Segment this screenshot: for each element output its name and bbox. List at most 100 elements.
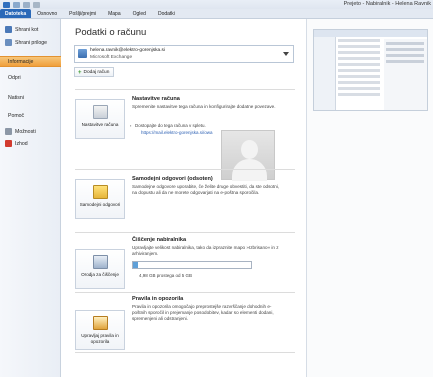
sidebar-item-label: Shrani priloge <box>15 39 48 46</box>
add-account-button[interactable]: + Dodaj račun <box>74 67 115 77</box>
section-heading: Pravila in opozorila <box>132 296 184 302</box>
sidebar-item-options[interactable]: Možnosti <box>0 128 61 135</box>
thumbnail-line <box>386 48 424 51</box>
thumbnail-line <box>338 63 380 66</box>
mailbox-cleanup-section: Orodja za čiščenje Čiščenje nabiralnika … <box>75 237 295 297</box>
tab-file[interactable]: Datoteka <box>0 9 32 18</box>
manage-rules-label: Upravljaj pravila in opozorila <box>81 333 119 344</box>
tab-addins[interactable]: Dodatki <box>152 9 181 18</box>
automatic-replies-label: Samodejni odgovori <box>79 202 121 207</box>
divider <box>75 89 295 90</box>
outlook-window-thumbnail <box>313 29 428 111</box>
section-description: Upravljajte velikost nabiralnika, tako d… <box>132 245 279 257</box>
sidebar-item-label: Informacije <box>8 58 34 65</box>
account-email: helena.ravnik@elektro-gorenjska.si <box>90 48 165 53</box>
mailbox-usage-fill <box>133 262 138 268</box>
thumbnail-line <box>386 60 424 63</box>
owa-link[interactable]: https://mail.elektro-gorenjska.si/owa <box>141 130 213 135</box>
avatar[interactable] <box>221 130 275 181</box>
avatar-head <box>241 140 258 159</box>
tab-folder[interactable]: Mapa <box>102 9 127 18</box>
sidebar-item-print[interactable]: Natisni <box>0 95 61 101</box>
ribbon-tabs: Datoteka Osnovno Pošlji/prejmi Mapa Ogle… <box>0 9 433 19</box>
divider <box>75 232 295 233</box>
sidebar-item-label: Natisni <box>8 95 24 101</box>
section-heading: Čiščenje nabiralnika <box>132 237 187 243</box>
divider <box>75 169 295 170</box>
sidebar-item-save-as[interactable]: Shrani kot <box>0 26 61 33</box>
preview-pane <box>306 19 433 377</box>
thumbnail-line <box>338 81 380 84</box>
thumbnail-line <box>338 93 380 96</box>
mailbox-usage-bar <box>132 261 252 269</box>
account-selector[interactable]: helena.ravnik@elektro-gorenjska.si Micro… <box>74 45 294 63</box>
automatic-replies-button[interactable]: Samodejni odgovori <box>75 179 125 219</box>
thumbnail-ribbon <box>314 30 427 37</box>
tab-view[interactable]: Ogled <box>127 9 152 18</box>
tab-home[interactable]: Osnovno <box>31 9 63 18</box>
print-icon[interactable] <box>33 2 40 8</box>
thumbnail-navigation <box>314 37 336 110</box>
section-heading: Samodejni odgovori (odsoten) <box>132 176 213 182</box>
add-account-label: Dodaj račun <box>83 70 110 75</box>
options-icon <box>5 128 12 135</box>
exchange-icon <box>78 49 87 58</box>
sidebar-item-open[interactable]: Odpri <box>0 75 61 81</box>
thumbnail-reading-pane <box>384 39 427 110</box>
section-description: Samodejne odgovore uporabite, če želite … <box>132 184 280 196</box>
sidebar-item-label: Izhod <box>15 140 28 147</box>
tab-send-receive[interactable]: Pošlji/prejmi <box>63 9 102 18</box>
attachment-icon <box>5 39 12 46</box>
cleanup-tools-label: Orodja za čiščenje <box>81 272 119 277</box>
section-description: Spremenite nastavitve tega računa in kon… <box>132 104 276 109</box>
account-info-panel: Podatki o računu helena.ravnik@elektro-g… <box>62 19 295 377</box>
sidebar-item-save-attachments[interactable]: Shrani priloge <box>0 39 61 46</box>
send-receive-icon[interactable] <box>13 2 20 8</box>
mailbox-usage-text: 4,98 GB prostega od 5 GB <box>139 273 193 278</box>
sidebar-item-label: Možnosti <box>15 128 36 135</box>
sidebar-item-label: Pomoč <box>8 113 25 119</box>
divider <box>75 352 295 353</box>
thumbnail-line <box>338 57 380 60</box>
thumbnail-line <box>386 54 424 57</box>
thumbnail-line <box>338 75 380 78</box>
title-bar: Prejeto - Nabiralnik - Helena Ravnik <box>0 0 433 9</box>
thumbnail-line <box>338 51 380 54</box>
account-type: Microsoft Exchange <box>90 55 133 60</box>
account-settings-button[interactable]: Nastavitve računa <box>75 99 125 139</box>
automatic-replies-icon <box>93 185 108 199</box>
outlook-icon <box>3 2 10 8</box>
window-title: Prejeto - Nabiralnik - Helena Ravnik <box>343 1 431 7</box>
sidebar-item-label: Shrani kot <box>15 26 39 33</box>
sidebar-item-info[interactable]: Informacije <box>0 56 61 67</box>
thumbnail-line <box>338 45 380 48</box>
rules-alerts-icon <box>93 316 108 330</box>
page-title: Podatki o računu <box>75 27 147 38</box>
backstage-sidebar: Shrani kot Shrani priloge Informacije Od… <box>0 19 61 377</box>
sidebar-item-exit[interactable]: Izhod <box>0 140 61 147</box>
thumbnail-message-list <box>338 39 380 99</box>
section-heading: Nastavitve računa <box>132 96 180 102</box>
manage-rules-button[interactable]: Upravljaj pravila in opozorila <box>75 310 125 350</box>
thumbnail-line <box>338 69 380 72</box>
quick-access-toolbar <box>3 1 40 9</box>
chevron-down-icon[interactable] <box>283 52 289 56</box>
thumbnail-line <box>338 87 380 90</box>
section-description: Pravila in opozorila omogočajo preproste… <box>132 304 274 322</box>
thumbnail-line <box>386 42 424 45</box>
sidebar-item-label: Odpri <box>8 75 21 81</box>
cleanup-tools-icon <box>93 255 108 269</box>
plus-icon: + <box>78 69 82 76</box>
thumbnail-line <box>338 39 380 42</box>
automatic-replies-section: Samodejni odgovori Samodejni odgovori (o… <box>75 176 295 236</box>
save-icon <box>5 26 12 33</box>
undo-icon[interactable] <box>23 2 30 8</box>
account-settings-icon <box>93 105 108 119</box>
cleanup-tools-button[interactable]: Orodja za čiščenje <box>75 249 125 289</box>
exit-icon <box>5 140 12 147</box>
divider <box>75 292 295 293</box>
account-settings-label: Nastavitve računa <box>81 122 119 127</box>
web-access-note: Dostopajte do tega računa v spletu. <box>130 123 206 128</box>
sidebar-item-help[interactable]: Pomoč <box>0 113 61 119</box>
rules-alerts-section: Upravljaj pravila in opozorila Pravila i… <box>75 296 295 356</box>
